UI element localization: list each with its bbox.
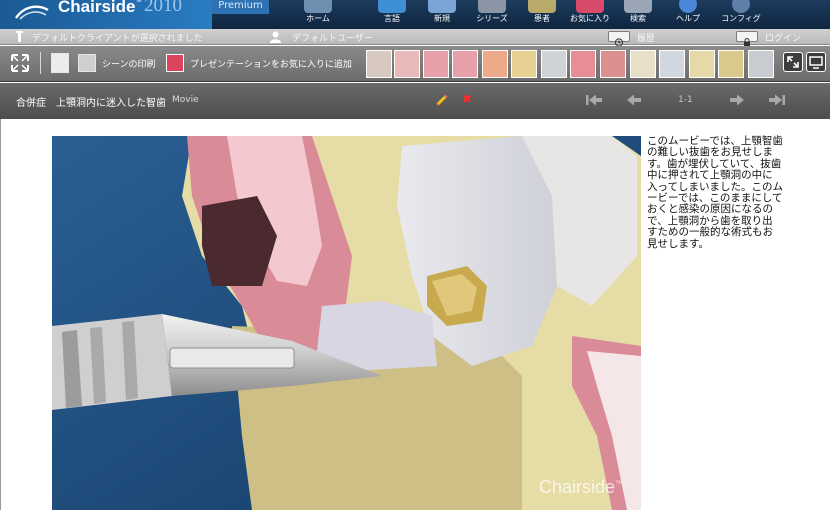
presentation-title: 上顎洞内に迷入した智歯 xyxy=(56,98,166,109)
language-icon xyxy=(378,0,406,13)
presentation-category: 合併症 xyxy=(16,98,46,109)
movie-player[interactable]: Chairside™ xyxy=(52,136,641,510)
home-icon xyxy=(304,0,332,13)
thumb-denture-icon[interactable] xyxy=(630,50,656,78)
nav-favorites[interactable]: お気に入り xyxy=(565,0,615,29)
client-status-text: デフォルトクライアントが選択されました xyxy=(32,34,203,44)
nav-config[interactable]: コンフィグ xyxy=(718,0,764,29)
favorites-icon xyxy=(576,0,604,13)
brand-name: Chairside® xyxy=(58,0,142,16)
nav-help[interactable]: ヘルプ xyxy=(670,0,706,29)
history-label[interactable]: 履歴 xyxy=(637,31,655,44)
thumb-bridge-icon[interactable] xyxy=(689,50,715,78)
pencil-icon[interactable] xyxy=(435,93,449,107)
logo-swirl-icon xyxy=(15,5,49,20)
presentation-type: Movie xyxy=(172,95,199,105)
nav-patient[interactable]: 患者 xyxy=(524,0,560,29)
nav-home[interactable]: ホーム xyxy=(300,0,336,29)
movie-description: このムービーでは、上顎智歯の難しい抜歯をお見せします。歯が埋伏していて、抜歯中に… xyxy=(647,135,783,250)
thumb-xray-icon[interactable] xyxy=(718,50,744,78)
nav-search[interactable]: 検索 xyxy=(620,0,656,29)
client-icon xyxy=(16,31,23,42)
nav-new[interactable]: 新規 xyxy=(424,0,460,29)
login-button[interactable] xyxy=(736,31,758,47)
nav-series-label: シリーズ xyxy=(476,14,508,23)
thumb-gum-disease-icon[interactable] xyxy=(600,50,626,78)
nav-language[interactable]: 言語 xyxy=(374,0,410,29)
help-icon xyxy=(679,0,697,13)
video-watermark: Chairside™ xyxy=(538,477,623,497)
first-page-icon[interactable] xyxy=(585,93,603,107)
screen-icon xyxy=(809,56,823,69)
fullscreen-icon[interactable] xyxy=(11,54,29,72)
patient-icon xyxy=(528,0,556,13)
edition-badge: Premium xyxy=(212,0,270,14)
thumb-instruments-icon[interactable] xyxy=(748,50,774,78)
config-icon xyxy=(732,0,750,13)
scene-list-icon[interactable] xyxy=(51,53,69,73)
nav-home-label: ホーム xyxy=(306,14,330,23)
thumb-implant-icon[interactable] xyxy=(659,50,685,78)
status-bar: デフォルトクライアントが選択されました デフォルトユーザー 履歴 ログイン xyxy=(0,29,830,47)
nav-config-label: コンフィグ xyxy=(721,14,761,23)
presentation-toolbar: シーンの印刷 プレゼンテーションをお気に入りに追加 xyxy=(0,46,830,82)
brand-year: 2010 xyxy=(144,0,182,16)
previous-page-icon[interactable] xyxy=(626,93,642,107)
history-button[interactable] xyxy=(608,31,630,47)
print-scene-label[interactable]: シーンの印刷 xyxy=(102,57,156,70)
app-logo: Chairside® 2010 xyxy=(0,0,212,29)
page-indicator: 1-1 xyxy=(678,95,693,105)
nav-series[interactable]: シリーズ xyxy=(470,0,514,29)
new-icon xyxy=(428,0,456,13)
app-window: Chairside® 2010 Premium ホーム 言語 新規 シリーズ 患… xyxy=(0,0,830,510)
expand-icon xyxy=(787,56,799,68)
heart-icon[interactable] xyxy=(166,54,184,72)
search-icon xyxy=(624,0,652,13)
thumb-smile-icon[interactable] xyxy=(452,50,478,78)
series-icon xyxy=(478,0,506,13)
nav-help-label: ヘルプ xyxy=(676,14,700,23)
expand-window-button[interactable] xyxy=(783,52,803,72)
surgery-animation-frame xyxy=(52,136,641,510)
nav-favorites-label: お気に入り xyxy=(570,14,610,23)
thumb-root-icon[interactable] xyxy=(511,50,537,78)
toolbar-divider xyxy=(40,52,41,74)
printer-icon[interactable] xyxy=(78,54,96,72)
next-page-icon[interactable] xyxy=(729,93,745,107)
presentation-mode-button[interactable] xyxy=(806,52,826,72)
presentation-title-bar: 合併症 上顎洞内に迷入した智歯 Movie ✖ 1-1 xyxy=(0,83,830,119)
thumb-crown-icon[interactable] xyxy=(394,50,420,78)
top-navigation-bar: Chairside® 2010 Premium ホーム 言語 新規 シリーズ 患… xyxy=(0,0,830,29)
nav-language-label: 言語 xyxy=(384,14,400,23)
thumb-gums-icon[interactable] xyxy=(570,50,596,78)
nav-new-label: 新規 xyxy=(434,14,450,23)
delete-icon[interactable]: ✖ xyxy=(462,92,472,106)
add-favorite-label[interactable]: プレゼンテーションをお気に入りに追加 xyxy=(190,57,352,70)
thumb-lips-icon[interactable] xyxy=(482,50,508,78)
content-area: Chairside™ このムービーでは、上顎智歯の難しい抜歯をお見せします。歯が… xyxy=(0,119,830,510)
login-label[interactable]: ログイン xyxy=(765,31,801,44)
user-status-text: デフォルトユーザー xyxy=(292,34,373,44)
nav-patient-label: 患者 xyxy=(534,14,550,23)
thumb-cleaning-icon[interactable] xyxy=(366,50,392,78)
nav-search-label: 検索 xyxy=(630,14,646,23)
thumb-braces-icon[interactable] xyxy=(423,50,449,78)
user-icon xyxy=(270,31,281,43)
thumb-tools-icon[interactable] xyxy=(541,50,567,78)
last-page-icon[interactable] xyxy=(768,93,786,107)
